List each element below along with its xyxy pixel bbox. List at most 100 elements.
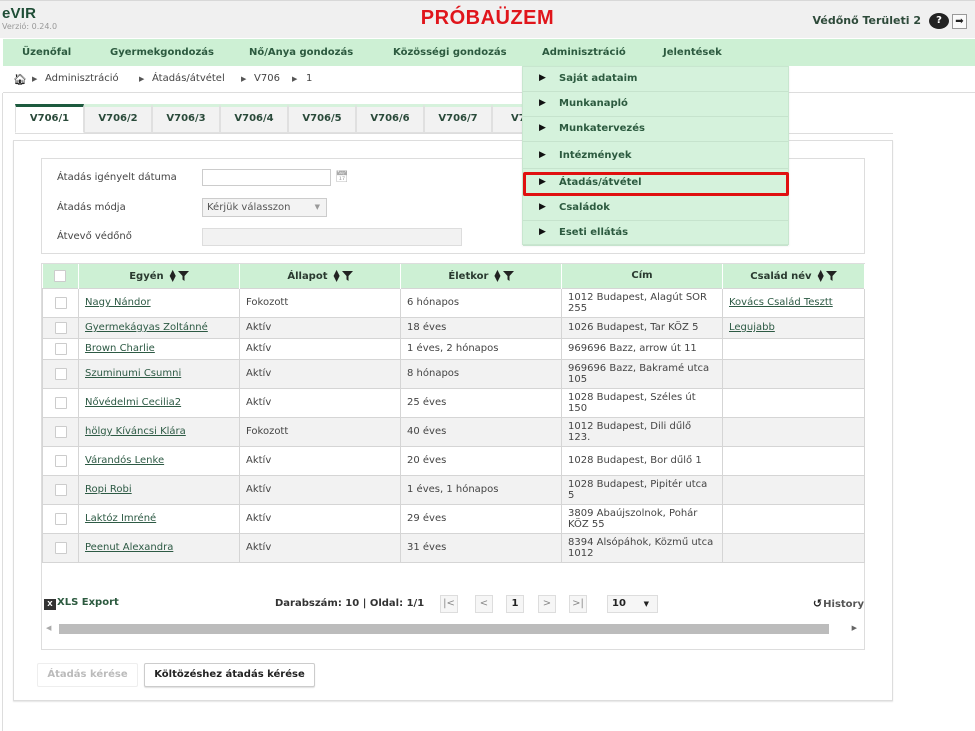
select-all-checkbox[interactable] [54, 269, 67, 282]
dropdown-item[interactable]: ▶ Átadás/átvétel [523, 171, 788, 196]
next-page-button[interactable]: > [538, 595, 556, 613]
row-checkbox[interactable] [54, 321, 67, 334]
row-checkbox[interactable] [54, 454, 67, 467]
cell-family [722, 358, 865, 389]
person-link[interactable]: Nagy Nándor [85, 297, 151, 308]
column-header-egyen[interactable]: Egyén ▲ ▼ [78, 264, 240, 288]
home-icon[interactable]: 🏠︎ [13, 73, 27, 86]
table-row: Nővédelmi Cecilia2 Aktív 25 éves 1028 Budap… [42, 387, 865, 418]
mode-select-value: Kérjük válasszon [207, 202, 291, 213]
page-size-select[interactable]: 10 ▼ [607, 595, 658, 613]
tab-v706-7[interactable]: V706/7 [424, 104, 492, 133]
person-link[interactable]: hölgy Kíváncsi Klára [85, 426, 186, 437]
dropdown-item[interactable]: ▶ Munkatervezés [523, 117, 788, 142]
breadcrumb-item[interactable]: Adminisztráció [45, 73, 119, 84]
cell-family [722, 416, 865, 447]
row-checkbox[interactable] [54, 296, 67, 309]
sort-icon[interactable]: ▲ ▼ [818, 268, 824, 282]
row-checkbox[interactable] [54, 483, 67, 496]
menu-item-gyermekgondozas[interactable]: Gyermekgondozás [110, 47, 214, 58]
row-select-cell [42, 416, 79, 447]
cell-name: Peenut Alexandra [78, 532, 240, 563]
tab-v706-1[interactable]: V706/1 [15, 104, 84, 133]
move-transfer-request-button[interactable]: Költözéshez átadás kérése [144, 663, 315, 687]
dropdown-item[interactable]: ▶ Munkanapló [523, 92, 788, 117]
first-page-button[interactable]: |< [440, 595, 458, 613]
breadcrumb-item[interactable]: V706 [254, 73, 280, 84]
tab-v706-6[interactable]: V706/6 [356, 104, 424, 133]
cell-status: Aktív [239, 503, 401, 534]
row-checkbox[interactable] [54, 425, 67, 438]
history-button[interactable]: ↺History [813, 597, 864, 610]
scroll-right-icon[interactable]: ▶ [852, 624, 857, 632]
user-name[interactable]: Védőnő Területi 2 [812, 14, 921, 27]
breadcrumb-separator-icon: ▶ [241, 75, 247, 83]
menu-item-jelentesek[interactable]: Jelentések [663, 47, 722, 58]
menu-item-uzenofal[interactable]: Üzenőfal [22, 47, 71, 58]
person-link[interactable]: Várandós Lenke [85, 455, 164, 466]
last-page-button[interactable]: >| [569, 595, 587, 613]
sort-icon[interactable]: ▲ ▼ [334, 268, 340, 282]
scroll-left-icon[interactable]: ◀ [46, 624, 51, 632]
dropdown-item[interactable]: ▶ Eseti ellátás [523, 221, 788, 246]
family-link[interactable]: Kovács Család Tesztt [729, 297, 833, 308]
horizontal-scrollbar[interactable]: ◀ ▶ [42, 622, 864, 636]
cell-status: Aktív [239, 474, 401, 505]
chevron-down-icon: ▼ [643, 600, 649, 608]
admin-dropdown-menu: ▶ Saját adataim ▶ Munkanapló ▶ Munkatervezés ▶… [522, 66, 789, 246]
request-transfer-button[interactable]: Átadás kérése [37, 663, 138, 687]
sort-icon[interactable]: ▲ ▼ [494, 268, 500, 282]
person-link[interactable]: Gyermekágyas Zoltánné [85, 322, 208, 333]
calendar-icon[interactable]: 📅︎ [335, 171, 349, 183]
help-icon[interactable]: ? [929, 13, 949, 29]
dropdown-item[interactable]: ▶ Saját adataim [523, 67, 788, 92]
menu-item-kozossegi-gondozas[interactable]: Közösségi gondozás [393, 47, 507, 58]
row-checkbox[interactable] [54, 541, 67, 554]
filter-icon[interactable] [341, 270, 353, 281]
filter-icon[interactable] [825, 270, 837, 281]
cell-status: Aktív [239, 387, 401, 418]
cell-status: Aktív [239, 532, 401, 563]
tab-v706-2[interactable]: V706/2 [84, 104, 152, 133]
row-checkbox[interactable] [54, 367, 67, 380]
mode-select[interactable]: Kérjük válasszon ▼ [202, 198, 327, 217]
receiver-input[interactable] [202, 228, 462, 246]
tab-v706-3[interactable]: V706/3 [152, 104, 220, 133]
person-link[interactable]: Nővédelmi Cecilia2 [85, 397, 181, 408]
cell-age: 1 éves, 1 hónapos [400, 474, 562, 505]
row-select-cell [42, 503, 79, 534]
prev-page-button[interactable]: < [475, 595, 493, 613]
person-link[interactable]: Szuminumi Csumni [85, 368, 181, 379]
dropdown-item[interactable]: ▶ Családok [523, 196, 788, 221]
tab-v706-4[interactable]: V706/4 [220, 104, 288, 133]
cell-family [722, 387, 865, 418]
person-link[interactable]: Peenut Alexandra [85, 542, 173, 553]
cell-family [722, 337, 865, 360]
family-link[interactable]: Legujabb [729, 322, 775, 333]
cell-address: 1028 Budapest, Pipitér utca 5 [561, 474, 723, 505]
arrow-right-icon: ▶ [539, 177, 546, 187]
column-header-csalad-nev[interactable]: Család név ▲ ▼ [722, 264, 865, 288]
date-input[interactable] [202, 169, 331, 186]
row-checkbox[interactable] [54, 396, 67, 409]
scrollbar-thumb[interactable] [59, 624, 829, 634]
person-link[interactable]: Ropi Robi [85, 484, 132, 495]
sort-icon[interactable]: ▲ ▼ [170, 268, 176, 282]
menu-item-adminisztracio[interactable]: Adminisztráció [542, 47, 626, 58]
cell-status: Aktív [239, 358, 401, 389]
logout-icon[interactable]: ➡ [952, 14, 967, 29]
dropdown-item[interactable]: ▶ Intézmények [523, 144, 788, 169]
current-page[interactable]: 1 [506, 595, 524, 613]
xls-export-button[interactable]: X XLS Export [44, 597, 119, 610]
tab-v706-5[interactable]: V706/5 [288, 104, 356, 133]
person-link[interactable]: Laktóz Imréné [85, 513, 156, 524]
filter-icon[interactable] [502, 270, 514, 281]
column-header-allapot[interactable]: Állapot ▲ ▼ [239, 264, 401, 288]
person-link[interactable]: Brown Charlie [85, 343, 155, 354]
column-header-eletkor[interactable]: Életkor ▲ ▼ [400, 264, 562, 288]
filter-icon[interactable] [177, 270, 189, 281]
row-checkbox[interactable] [54, 512, 67, 525]
breadcrumb-item[interactable]: Átadás/átvétel [152, 73, 225, 84]
menu-item-no-anya-gondozas[interactable]: Nő/Anya gondozás [249, 47, 353, 58]
row-checkbox[interactable] [54, 342, 67, 355]
